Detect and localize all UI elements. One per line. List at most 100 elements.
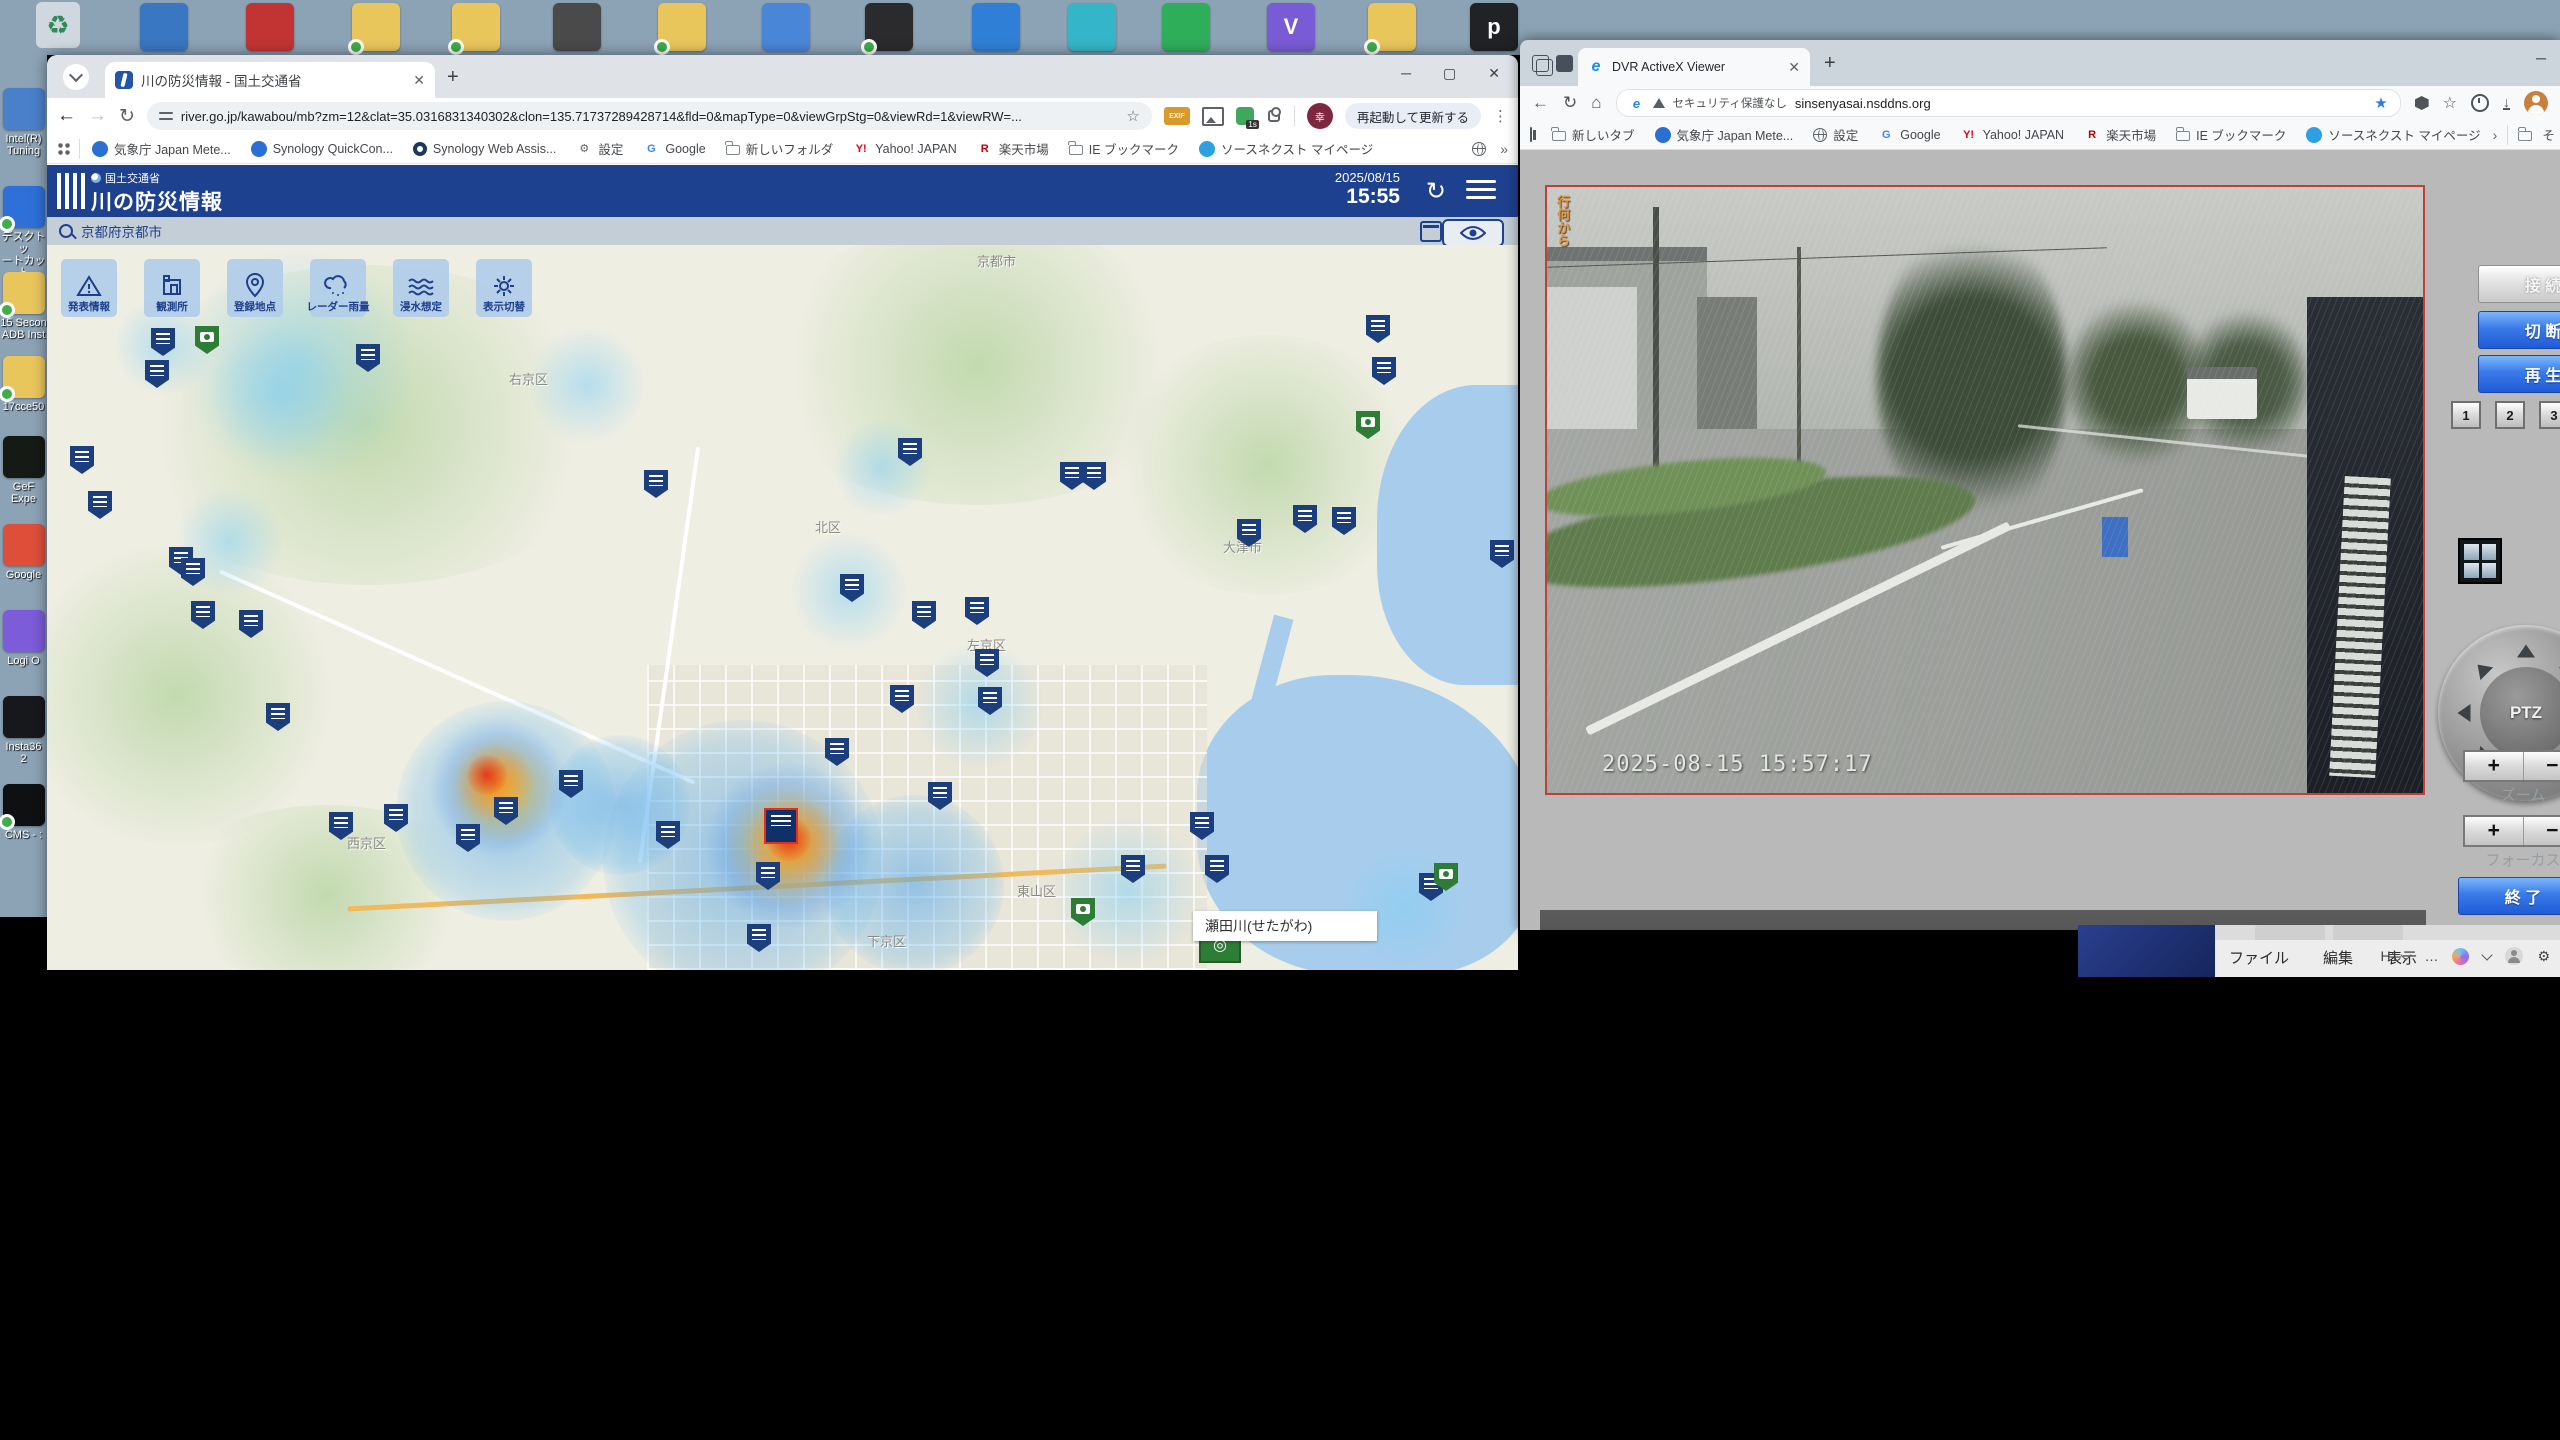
zoom-control[interactable]: +− (2463, 750, 2560, 782)
disconnect-button[interactable]: 切 断 (2478, 311, 2560, 349)
workspaces-icon[interactable] (1532, 55, 1549, 72)
address-bar[interactable]: e セキュリティ保護なし sinsenyasai.nsddns.org ★ (1616, 89, 2401, 117)
desktop-icon[interactable]: Google (0, 524, 47, 581)
more-menu-icon[interactable]: … (2424, 948, 2438, 964)
map-canvas[interactable]: 京都市右京区北区左京区大津市西京区下京区東山区 ◎ 瀬田川(せたがわ) 発表情報… (47, 245, 1518, 970)
chevron-down-icon[interactable] (2482, 949, 2493, 960)
bookmark-item[interactable]: IE ブックマーク (2168, 122, 2294, 147)
play-button[interactable]: 再 生 (2478, 355, 2560, 393)
water-level-marker[interactable] (1366, 315, 1390, 343)
map-tool-registered-points[interactable]: 登録地点 (227, 259, 283, 317)
channel-3-button[interactable]: 3 (2539, 401, 2560, 429)
map-tool-flood[interactable]: 浸水想定 (393, 259, 449, 317)
exif-extension-icon[interactable]: EXIF (1164, 107, 1190, 125)
water-level-marker[interactable] (70, 446, 94, 474)
bookmark-item[interactable]: ソースネクスト マイページ (1191, 136, 1381, 161)
profile-avatar[interactable] (2524, 91, 2548, 115)
bookmark-star-icon[interactable]: ☆ (1126, 107, 1139, 125)
desktop-icon[interactable]: Logi O (0, 610, 47, 667)
ptz-arrow-icon[interactable] (2458, 704, 2471, 722)
relaunch-update-button[interactable]: 再起動して更新する (1345, 103, 1481, 129)
menu-item[interactable]: 編集 (2323, 947, 2353, 968)
desktop-icon[interactable]: 17cce50 (0, 356, 47, 413)
desktop-icon[interactable]: デスクトッ ートカット (0, 186, 47, 279)
bookmark-item[interactable]: 新しいフォルダ (718, 136, 842, 161)
close-button[interactable]: ✕ (1488, 65, 1500, 82)
sidebar-icon[interactable] (1530, 127, 1532, 142)
calendar-icon[interactable] (1420, 221, 1442, 242)
bookmark-item[interactable]: ソースネクスト マイページ (2298, 122, 2488, 147)
bookmark-item[interactable]: Y!Yahoo! JAPAN (1953, 124, 2073, 146)
desktop-icon[interactable]: Insta36 2 (0, 696, 47, 765)
desktop-icon[interactable] (972, 3, 1020, 51)
quit-button[interactable]: 終 了 (2458, 877, 2560, 915)
bookmark-star-icon[interactable]: ★ (2374, 94, 2387, 112)
map-tool-display[interactable]: 表示切替 (476, 259, 532, 317)
cctv-video-frame[interactable]: 行何から 2025-08-15 15:57:17 (1545, 185, 2425, 795)
channel-2-button[interactable]: 2 (2495, 401, 2525, 429)
map-tool-radar[interactable]: レーダー雨量 (310, 259, 366, 317)
favorites-overflow-icon[interactable]: › (2493, 127, 2498, 143)
map-tool-announcements[interactable]: 発表情報 (61, 259, 117, 317)
new-tab-button[interactable]: + (447, 68, 459, 86)
address-bar[interactable]: river.go.jp/kawabou/mb?zm=12&clat=35.031… (147, 102, 1152, 130)
focus-out-button[interactable]: − (2524, 817, 2560, 845)
hamburger-menu-icon[interactable] (1466, 180, 1496, 204)
style-dropdown[interactable]: H1 (2381, 948, 2411, 964)
multi-view-button[interactable] (2458, 538, 2502, 584)
bookmarks-overflow-icon[interactable]: » (1500, 141, 1508, 157)
alert-marker[interactable] (764, 808, 798, 844)
desktop-icon[interactable]: p (1470, 3, 1518, 51)
zoom-out-button[interactable]: − (2524, 752, 2560, 780)
map-search-bar[interactable]: 京都府京都市 (47, 217, 1518, 245)
bookmark-item[interactable]: Y!Yahoo! JAPAN (845, 138, 965, 160)
copilot-icon[interactable] (2452, 948, 2469, 965)
tab-search-button[interactable] (63, 64, 89, 90)
bookmark-item[interactable]: R楽天市場 (2076, 122, 2164, 147)
tab-actions-icon[interactable] (1556, 55, 1573, 72)
chrome-active-tab[interactable]: 川の防災情報 - 国土交通省 ✕ (105, 62, 435, 98)
desktop-icon[interactable] (762, 3, 810, 51)
desktop-icon[interactable] (352, 3, 400, 51)
focus-control[interactable]: +− (2463, 815, 2560, 847)
desktop-icon[interactable] (1368, 3, 1416, 51)
history-icon[interactable] (2471, 94, 2489, 112)
desktop-icon[interactable] (140, 3, 188, 51)
extensions-icon[interactable] (2415, 96, 2429, 110)
water-level-marker[interactable] (644, 470, 668, 498)
bookmark-item[interactable]: 新しいタブ (1544, 122, 1643, 147)
tab-close-icon[interactable]: ✕ (1788, 59, 1800, 76)
other-favorites-folder-icon[interactable] (2518, 131, 2532, 141)
globe-bookmark-icon[interactable] (1472, 142, 1486, 156)
edge-active-tab[interactable]: e DVR ActiveX Viewer ✕ (1578, 48, 1810, 86)
desktop-icon[interactable]: Intel(R) Tuning (0, 88, 47, 157)
apps-grid-icon[interactable] (57, 142, 71, 156)
forward-button[interactable]: → (88, 105, 107, 127)
bookmark-item[interactable]: Synology Web Assis... (405, 139, 564, 159)
desktop-icon[interactable]: 15 Secon ADB Inst (0, 272, 47, 341)
desktop-icon[interactable] (553, 3, 601, 51)
focus-in-button[interactable]: + (2465, 817, 2524, 845)
map-tool-stations[interactable]: 観測所 (144, 259, 200, 317)
settings-gear-icon[interactable]: ⚙ (2537, 948, 2550, 965)
desktop-icon[interactable]: CMS - : (0, 784, 47, 841)
refresh-icon[interactable]: ↻ (1426, 177, 1446, 206)
bookmark-item[interactable]: 設定 (1805, 122, 1866, 147)
back-button[interactable]: ← (57, 105, 76, 127)
chrome-menu-icon[interactable]: ⋮ (1493, 107, 1508, 125)
timer-extension-icon[interactable]: 1s (1236, 107, 1254, 125)
connect-button[interactable]: 接 続 (2478, 265, 2560, 303)
desktop-icon[interactable] (246, 3, 294, 51)
ptz-center-label[interactable]: PTZ (2480, 667, 2560, 759)
bookmark-item[interactable]: GGoogle (635, 138, 713, 160)
bookmark-item[interactable]: R楽天市場 (969, 136, 1057, 161)
profile-avatar[interactable]: 幸 (1307, 103, 1333, 129)
bookmark-item[interactable]: Synology QuickCon... (243, 138, 401, 160)
bookmark-item[interactable]: 気象庁 Japan Mete... (84, 136, 239, 161)
back-button[interactable]: ← (1532, 93, 1549, 113)
account-icon[interactable] (2505, 947, 2523, 965)
water-level-marker[interactable] (965, 597, 989, 625)
extensions-puzzle-icon[interactable] (1266, 108, 1282, 124)
ptz-arrow-icon[interactable] (2471, 658, 2493, 680)
new-tab-button[interactable]: + (1824, 54, 1836, 72)
